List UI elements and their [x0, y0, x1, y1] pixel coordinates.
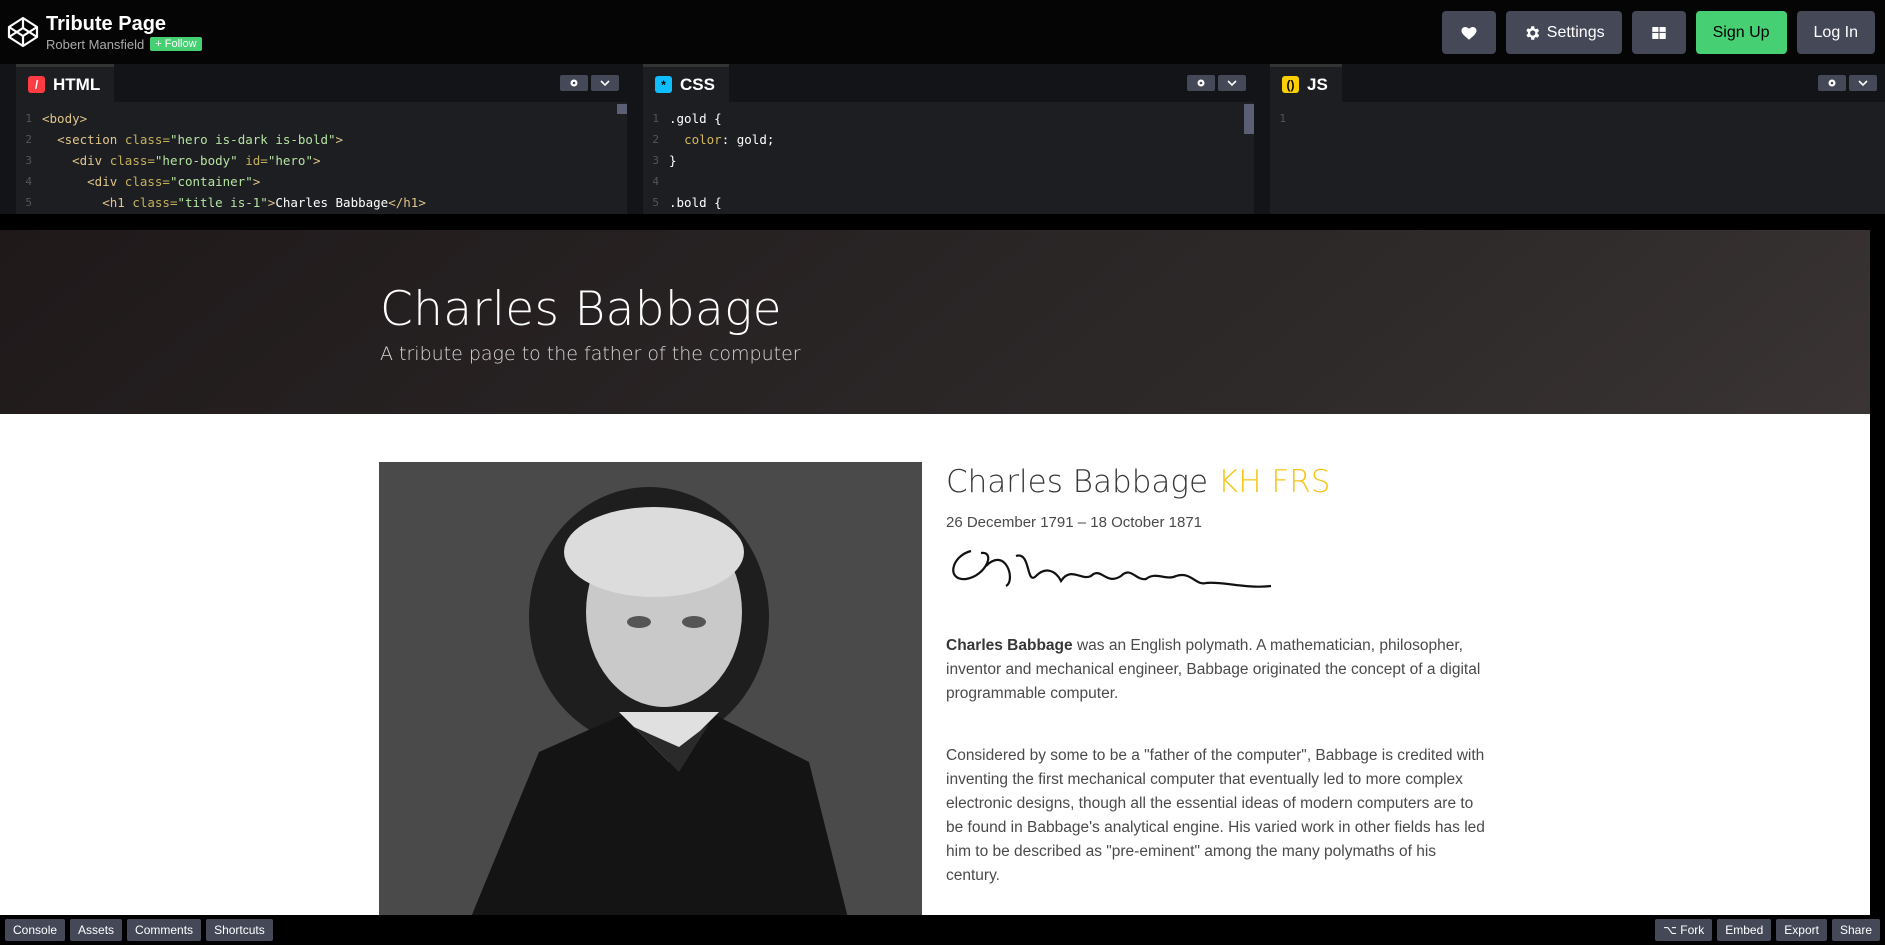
line-number: 1: [25, 112, 32, 125]
layout-grid-icon: [1651, 26, 1666, 39]
hero-section: Charles Babbage A tribute page to the fa…: [0, 230, 1870, 414]
code-text: .gold {: [669, 111, 722, 126]
pen-title[interactable]: Tribute Page: [46, 13, 202, 35]
tab-css-label: CSS: [680, 74, 715, 94]
sign-up-button[interactable]: Sign Up: [1695, 11, 1787, 54]
hero-title: Charles Babbage: [380, 282, 782, 337]
signature-image: [952, 549, 1272, 588]
line-number: 1: [652, 112, 659, 125]
bio-paragraph-1-bold: Charles Babbage: [946, 637, 1073, 654]
line-number: 4: [25, 175, 32, 188]
css-settings-button[interactable]: [1187, 75, 1215, 91]
js-code[interactable]: 1: [1270, 102, 1885, 129]
js-icon: (): [1282, 76, 1299, 93]
gear-icon: [1526, 25, 1539, 40]
code-text: <section class="hero is-dark is-bold">: [57, 132, 344, 147]
css-code[interactable]: 1 .gold { 2 color: gold; 3} 4 5 .bold {: [643, 102, 1254, 213]
gear-icon: [1197, 79, 1205, 87]
top-bar: Tribute Page Robert Mansfield + Follow S…: [0, 0, 1885, 64]
html-code[interactable]: 1 <body> 2 <section class="hero is-dark i…: [16, 102, 627, 213]
code-text: <div class="hero-body" id="hero">: [72, 153, 321, 168]
gear-icon: [570, 79, 578, 87]
line-number: 5: [652, 196, 659, 209]
html-icon: /: [28, 76, 45, 93]
code-text: <h1 class="title is-1">Charles Babbage</…: [102, 195, 426, 210]
css-scrollbar[interactable]: [1244, 104, 1254, 134]
html-collapse-button[interactable]: [591, 75, 619, 91]
js-settings-button[interactable]: [1818, 75, 1846, 91]
bio-paragraph-1: Charles Babbage was an English polymath.…: [946, 634, 1491, 706]
layout-button[interactable]: [1631, 11, 1686, 54]
line-number: 3: [25, 154, 32, 167]
portrait-image: [379, 462, 922, 915]
embed-button[interactable]: Embed: [1717, 919, 1772, 941]
codepen-logo-icon[interactable]: [6, 15, 40, 49]
bio-paragraph-2: Considered by some to be a "father of th…: [946, 747, 1485, 884]
console-button[interactable]: Console: [5, 919, 66, 941]
export-button[interactable]: Export: [1776, 919, 1827, 941]
tab-html[interactable]: / HTML: [16, 64, 115, 102]
code-text: color: gold;: [684, 132, 775, 147]
content-section: Charles Babbage KH FRS 26 December 1791 …: [0, 414, 1870, 915]
share-button[interactable]: Share: [1831, 919, 1880, 941]
line-number: 2: [25, 133, 32, 146]
code-text: }: [669, 153, 677, 168]
line-number: 1: [1279, 112, 1286, 125]
js-collapse-button[interactable]: [1849, 75, 1877, 91]
comments-button[interactable]: Comments: [127, 919, 202, 941]
preview-frame: Charles Babbage A tribute page to the fa…: [0, 230, 1870, 915]
code-text: .bold {: [669, 195, 722, 210]
bio-section: Charles Babbage KH FRS 26 December 1791 …: [946, 462, 1491, 915]
resize-bar[interactable]: [0, 214, 1885, 230]
line-number: 5: [25, 196, 32, 209]
heart-icon: [1461, 26, 1477, 40]
tab-html-label: HTML: [53, 74, 101, 94]
css-icon: *: [655, 76, 672, 93]
portrait-figure: [379, 462, 922, 915]
love-button[interactable]: [1441, 11, 1496, 54]
bio-honours: KH FRS: [1217, 464, 1331, 500]
bio-name-text: Charles Babbage: [946, 464, 1209, 500]
editor-panels: / HTML 1 <body> 2 <section class="hero is…: [0, 64, 1885, 214]
shortcuts-button[interactable]: Shortcuts: [206, 919, 273, 941]
life-dates: 26 December 1791 – 18 October 1871: [946, 514, 1203, 531]
fork-button[interactable]: ⌥ Fork: [1655, 919, 1713, 941]
chevron-down-icon: [600, 80, 610, 87]
js-editor[interactable]: () JS 1: [1270, 64, 1885, 214]
tab-js[interactable]: () JS: [1270, 64, 1342, 102]
tab-css[interactable]: * CSS: [643, 64, 729, 102]
assets-button[interactable]: Assets: [70, 919, 123, 941]
line-number: 3: [652, 154, 659, 167]
author-name[interactable]: Robert Mansfield: [46, 37, 144, 52]
line-number: 2: [652, 133, 659, 146]
bio-name: Charles Babbage KH FRS: [946, 464, 1491, 500]
follow-button[interactable]: + Follow: [150, 37, 202, 51]
log-in-button[interactable]: Log In: [1796, 11, 1875, 54]
hero-subtitle: A tribute page to the father of the comp…: [380, 343, 801, 365]
html-settings-button[interactable]: [560, 75, 588, 91]
line-number: 4: [652, 175, 659, 188]
chevron-down-icon: [1858, 80, 1868, 87]
css-collapse-button[interactable]: [1218, 75, 1246, 91]
settings-button[interactable]: Settings: [1505, 11, 1622, 54]
css-editor[interactable]: * CSS 1 .gold { 2 color: gold; 3} 4 5 .bol…: [643, 64, 1270, 214]
tab-js-label: JS: [1307, 74, 1328, 94]
code-text: <body>: [42, 111, 88, 126]
settings-label: Settings: [1546, 23, 1605, 41]
html-editor[interactable]: / HTML 1 <body> 2 <section class="hero is…: [0, 64, 643, 214]
code-text: <div class="container">: [87, 174, 261, 189]
footer-bar: Console Assets Comments Shortcuts ⌥ Fork…: [0, 915, 1885, 945]
html-scrollbar[interactable]: [617, 104, 627, 114]
chevron-down-icon: [1227, 80, 1237, 87]
gear-icon: [1828, 79, 1836, 87]
